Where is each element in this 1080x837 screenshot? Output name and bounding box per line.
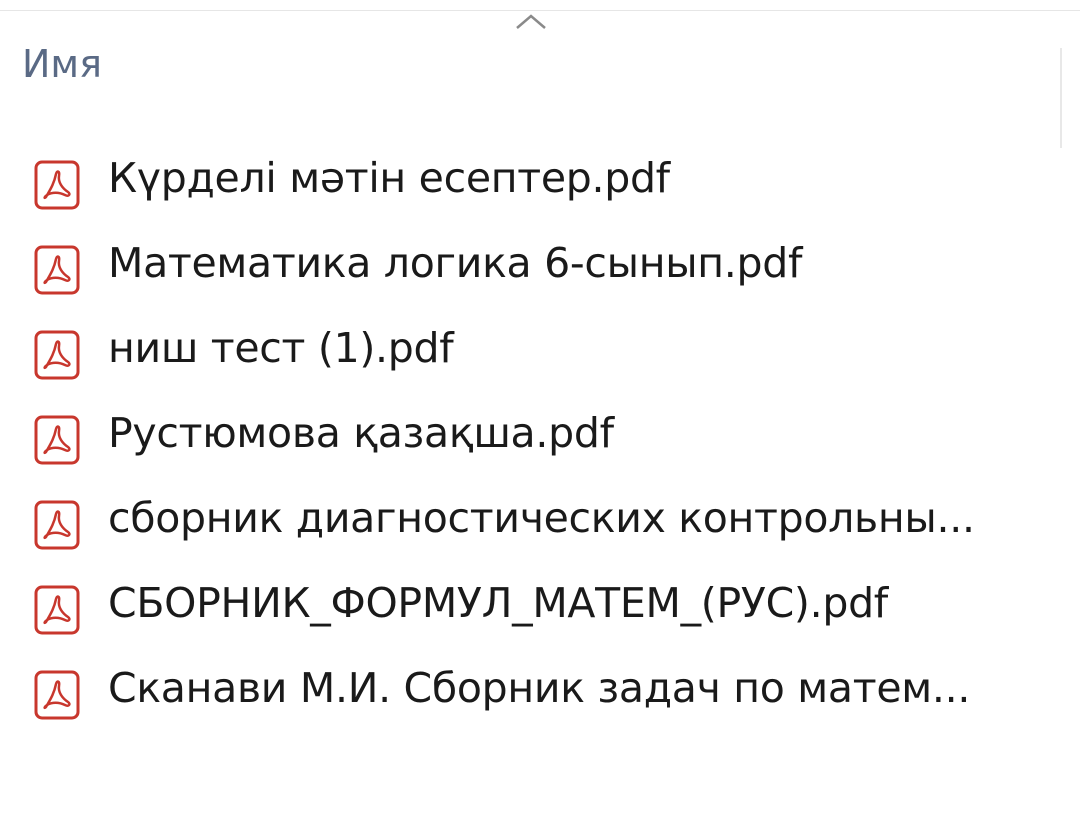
file-list-item[interactable]: Күрделі мәтін есептер.pdf [0,140,1060,224]
file-list-item[interactable]: ниш тест (1).pdf [0,310,1060,394]
file-list-item[interactable]: Рустюмова қазақша.pdf [0,395,1060,479]
name-column-header[interactable]: Имя [22,42,102,86]
file-list-item[interactable]: Математика логика 6-сынып.pdf [0,225,1060,309]
file-name[interactable]: сборник диагностических контрольны... [108,494,975,542]
sort-ascending-icon[interactable] [513,10,549,32]
file-name[interactable]: ниш тест (1).pdf [108,324,454,372]
file-name[interactable]: Сканави М.И. Сборник задач по матем... [108,664,970,712]
file-name[interactable]: СБОРНИК_ФОРМУЛ_МАТЕМ_(РУС).pdf [108,579,888,627]
column-header[interactable]: Имя [0,36,1062,148]
file-name[interactable]: Математика логика 6-сынып.pdf [108,239,802,287]
file-name[interactable]: Рустюмова қазақша.pdf [108,409,614,457]
column-divider[interactable] [1060,48,1062,148]
file-list-item[interactable]: сборник диагностических контрольны... [0,480,1060,564]
pdf-file-icon [34,670,80,720]
pdf-file-icon [34,585,80,635]
file-name[interactable]: Күрделі мәтін есептер.pdf [108,154,670,202]
pdf-file-icon [34,160,80,210]
file-list-item[interactable]: Сканави М.И. Сборник задач по матем... [0,650,1060,734]
pdf-file-icon [34,245,80,295]
pdf-file-icon [34,330,80,380]
pdf-file-icon [34,500,80,550]
file-list-item[interactable]: СБОРНИК_ФОРМУЛ_МАТЕМ_(РУС).pdf [0,565,1060,649]
pdf-file-icon [34,415,80,465]
